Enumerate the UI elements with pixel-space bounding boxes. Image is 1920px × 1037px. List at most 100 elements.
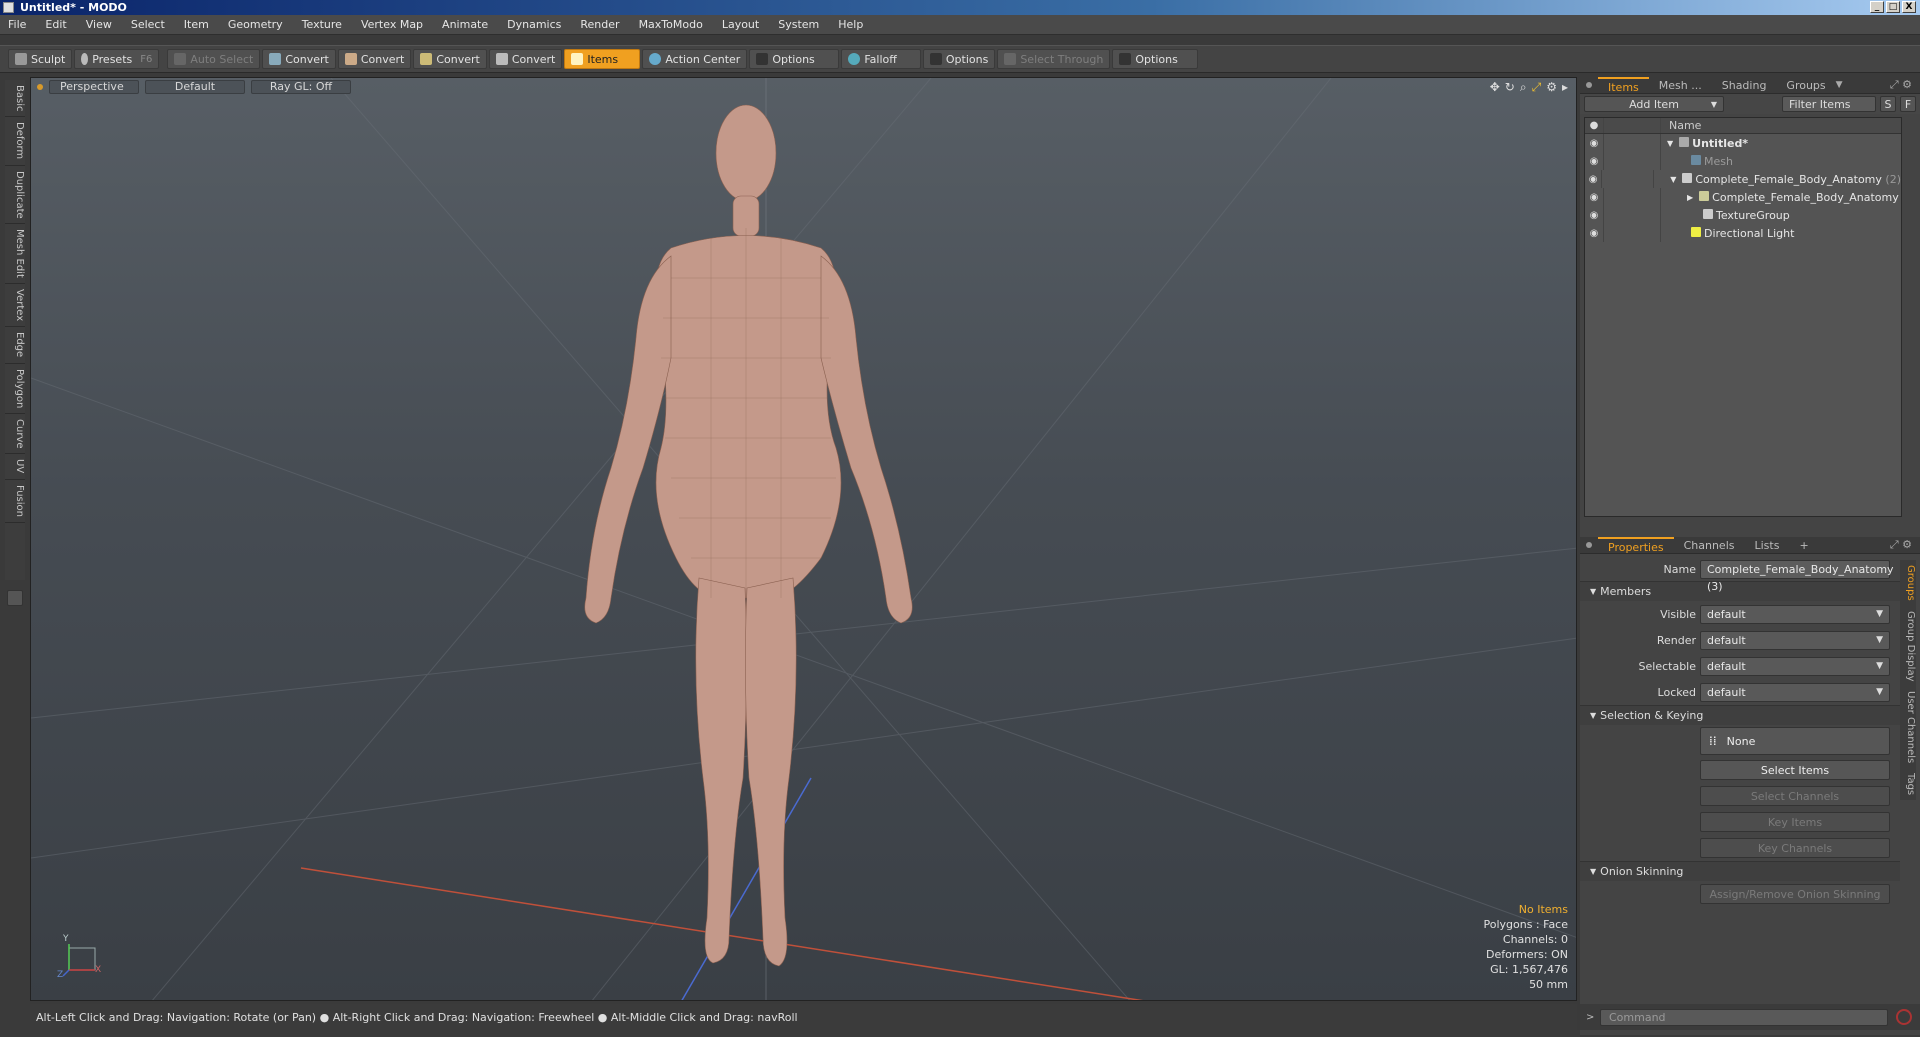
female-body-model[interactable] bbox=[584, 104, 913, 967]
eye-icon[interactable]: ◉ bbox=[1585, 174, 1601, 185]
tree-row-group[interactable]: ◉ ▼ Complete_Female_Body_Anatomy (2) bbox=[1585, 170, 1901, 188]
eye-icon[interactable]: ◉ bbox=[1585, 210, 1603, 221]
eye-icon[interactable]: ◉ bbox=[1585, 192, 1603, 203]
menu-geometry[interactable]: Geometry bbox=[228, 18, 283, 31]
tree-row-texturegroup[interactable]: ◉ TextureGroup bbox=[1585, 206, 1901, 224]
menu-vertex-map[interactable]: Vertex Map bbox=[361, 18, 423, 31]
tab-fusion[interactable]: Fusion bbox=[5, 480, 25, 523]
name-field[interactable]: Complete_Female_Body_Anatomy (3) bbox=[1700, 559, 1894, 593]
add-item-button[interactable]: Add Item ▼ bbox=[1584, 96, 1724, 112]
tabs-dropdown-icon[interactable]: ▼ bbox=[1836, 80, 1843, 90]
viewport-settings-icon[interactable]: ⚙ bbox=[1546, 80, 1557, 95]
tab-deform[interactable]: Deform bbox=[5, 117, 25, 166]
tab-channels[interactable]: Channels bbox=[1674, 537, 1745, 554]
menu-dynamics[interactable]: Dynamics bbox=[507, 18, 561, 31]
tab-mesh-edit[interactable]: Mesh Edit bbox=[5, 224, 25, 285]
tab-properties[interactable]: Properties bbox=[1598, 536, 1674, 554]
select-through-button[interactable]: Select Through bbox=[997, 49, 1111, 69]
side-tab-group-display[interactable]: Group Display bbox=[1900, 606, 1916, 686]
view-type-dropdown[interactable]: Perspective bbox=[49, 79, 139, 94]
panel-options-icons[interactable]: ⤢ ⚙ bbox=[1890, 538, 1912, 552]
tab-curve[interactable]: Curve bbox=[5, 414, 25, 455]
action-center-button[interactable]: Action Center bbox=[642, 49, 748, 69]
side-tab-groups[interactable]: Groups bbox=[1900, 560, 1916, 606]
fit-icon[interactable]: ⤢ bbox=[1532, 80, 1542, 95]
tab-mesh[interactable]: Mesh ... bbox=[1649, 77, 1712, 94]
panel-options-icons[interactable]: ⤢ ⚙ bbox=[1890, 78, 1912, 92]
convert-vertex-button[interactable]: Convert bbox=[262, 49, 336, 69]
expand-arrow-icon[interactable]: ▼ bbox=[1670, 175, 1676, 184]
options-button-3[interactable]: Options bbox=[1112, 49, 1199, 69]
menu-layout[interactable]: Layout bbox=[722, 18, 759, 31]
members-section[interactable]: ▼ Members bbox=[1580, 581, 1900, 601]
expand-arrow-icon[interactable]: ▼ bbox=[1667, 139, 1673, 148]
record-icon[interactable] bbox=[1896, 1009, 1912, 1025]
tab-edge[interactable]: Edge bbox=[5, 327, 25, 364]
pan-icon[interactable]: ✥ bbox=[1490, 80, 1500, 95]
options-button-1[interactable]: Options bbox=[749, 49, 840, 69]
menu-system[interactable]: System bbox=[778, 18, 819, 31]
eye-icon[interactable]: ◉ bbox=[1585, 156, 1603, 167]
sculpt-button[interactable]: Sculpt bbox=[8, 49, 73, 69]
convert-polygon-button[interactable]: Convert bbox=[413, 49, 487, 69]
select-items-button[interactable]: Select Items bbox=[1700, 760, 1890, 780]
select-channels-button[interactable]: Select Channels bbox=[1700, 786, 1890, 806]
menu-animate[interactable]: Animate bbox=[442, 18, 488, 31]
eye-icon[interactable]: ◉ bbox=[1585, 228, 1603, 239]
menu-select[interactable]: Select bbox=[131, 18, 165, 31]
tree-row-scene[interactable]: ◉ ▼ Untitled* bbox=[1585, 134, 1901, 152]
auto-select-button[interactable]: Auto Select bbox=[167, 49, 261, 69]
menu-render[interactable]: Render bbox=[580, 18, 619, 31]
onion-skinning-section[interactable]: ▼ Onion Skinning bbox=[1580, 861, 1900, 881]
menu-maxtomodo[interactable]: MaxToModo bbox=[639, 18, 703, 31]
menu-view[interactable]: View bbox=[86, 18, 112, 31]
minimize-button[interactable]: _ bbox=[1870, 1, 1884, 13]
f-filter-button[interactable]: F bbox=[1900, 96, 1916, 112]
options-button-2[interactable]: Options bbox=[923, 49, 996, 69]
tab-groups[interactable]: Groups bbox=[1776, 77, 1835, 94]
convert-item-button[interactable]: Convert bbox=[488, 49, 563, 69]
tab-shading[interactable]: Shading bbox=[1712, 77, 1777, 94]
visible-dropdown[interactable]: default ▼ bbox=[1700, 604, 1890, 624]
rotate-icon[interactable]: ↻ bbox=[1505, 80, 1515, 95]
toolbox-toggle-button[interactable] bbox=[7, 590, 23, 606]
raygl-toggle[interactable]: Ray GL: Off bbox=[251, 79, 351, 94]
menu-help[interactable]: Help bbox=[838, 18, 863, 31]
add-tab-button[interactable]: + bbox=[1789, 537, 1818, 554]
locked-dropdown[interactable]: default ▼ bbox=[1700, 682, 1890, 702]
presets-button[interactable]: Presets F6 bbox=[74, 49, 160, 69]
tab-lists[interactable]: Lists bbox=[1745, 537, 1790, 554]
render-dropdown[interactable]: default ▼ bbox=[1700, 630, 1890, 650]
selection-keying-section[interactable]: ▼ Selection & Keying bbox=[1580, 705, 1900, 725]
viewport-menu-dot-icon[interactable] bbox=[37, 83, 43, 90]
falloff-button[interactable]: Falloff bbox=[841, 49, 922, 69]
tab-items[interactable]: Items bbox=[1598, 76, 1649, 94]
key-channels-button[interactable]: Key Channels bbox=[1700, 838, 1890, 858]
none-button[interactable]: ⁞⁞ None bbox=[1700, 727, 1890, 755]
filter-items-input[interactable]: Filter Items bbox=[1782, 96, 1876, 112]
shading-dropdown[interactable]: Default bbox=[145, 79, 245, 94]
tree-row-light[interactable]: ◉ Directional Light bbox=[1585, 224, 1901, 242]
3d-viewport[interactable]: Perspective Default Ray GL: Off ✥ ↻ ⌕ ⤢ … bbox=[30, 77, 1577, 1001]
viewport-expand-icon[interactable]: ▸ bbox=[1562, 80, 1568, 95]
tree-row-mesh[interactable]: ◉ Mesh bbox=[1585, 152, 1901, 170]
side-tab-user-channels[interactable]: User Channels bbox=[1900, 686, 1916, 768]
menu-file[interactable]: File bbox=[8, 18, 26, 31]
zoom-icon[interactable]: ⌕ bbox=[1520, 80, 1527, 95]
tab-basic[interactable]: Basic bbox=[5, 80, 25, 118]
tab-polygon[interactable]: Polygon bbox=[5, 364, 25, 414]
tree-row-locator[interactable]: ◉ ▶ Complete_Female_Body_Anatomy bbox=[1585, 188, 1901, 206]
eye-icon[interactable]: ◉ bbox=[1585, 138, 1603, 149]
tab-vertex[interactable]: Vertex bbox=[5, 284, 25, 328]
panel-menu-dot-icon[interactable] bbox=[1586, 82, 1592, 88]
close-button[interactable]: X bbox=[1902, 1, 1916, 13]
assign-onion-skinning-button[interactable]: Assign/Remove Onion Skinning bbox=[1700, 884, 1890, 904]
tab-uv[interactable]: UV bbox=[5, 454, 25, 480]
maximize-button[interactable]: □ bbox=[1886, 1, 1900, 13]
key-items-button[interactable]: Key Items bbox=[1700, 812, 1890, 832]
tab-duplicate[interactable]: Duplicate bbox=[5, 166, 25, 225]
s-filter-button[interactable]: S bbox=[1880, 96, 1896, 112]
menu-item[interactable]: Item bbox=[184, 18, 209, 31]
side-tab-tags[interactable]: Tags bbox=[1900, 768, 1916, 800]
menu-edit[interactable]: Edit bbox=[45, 18, 66, 31]
